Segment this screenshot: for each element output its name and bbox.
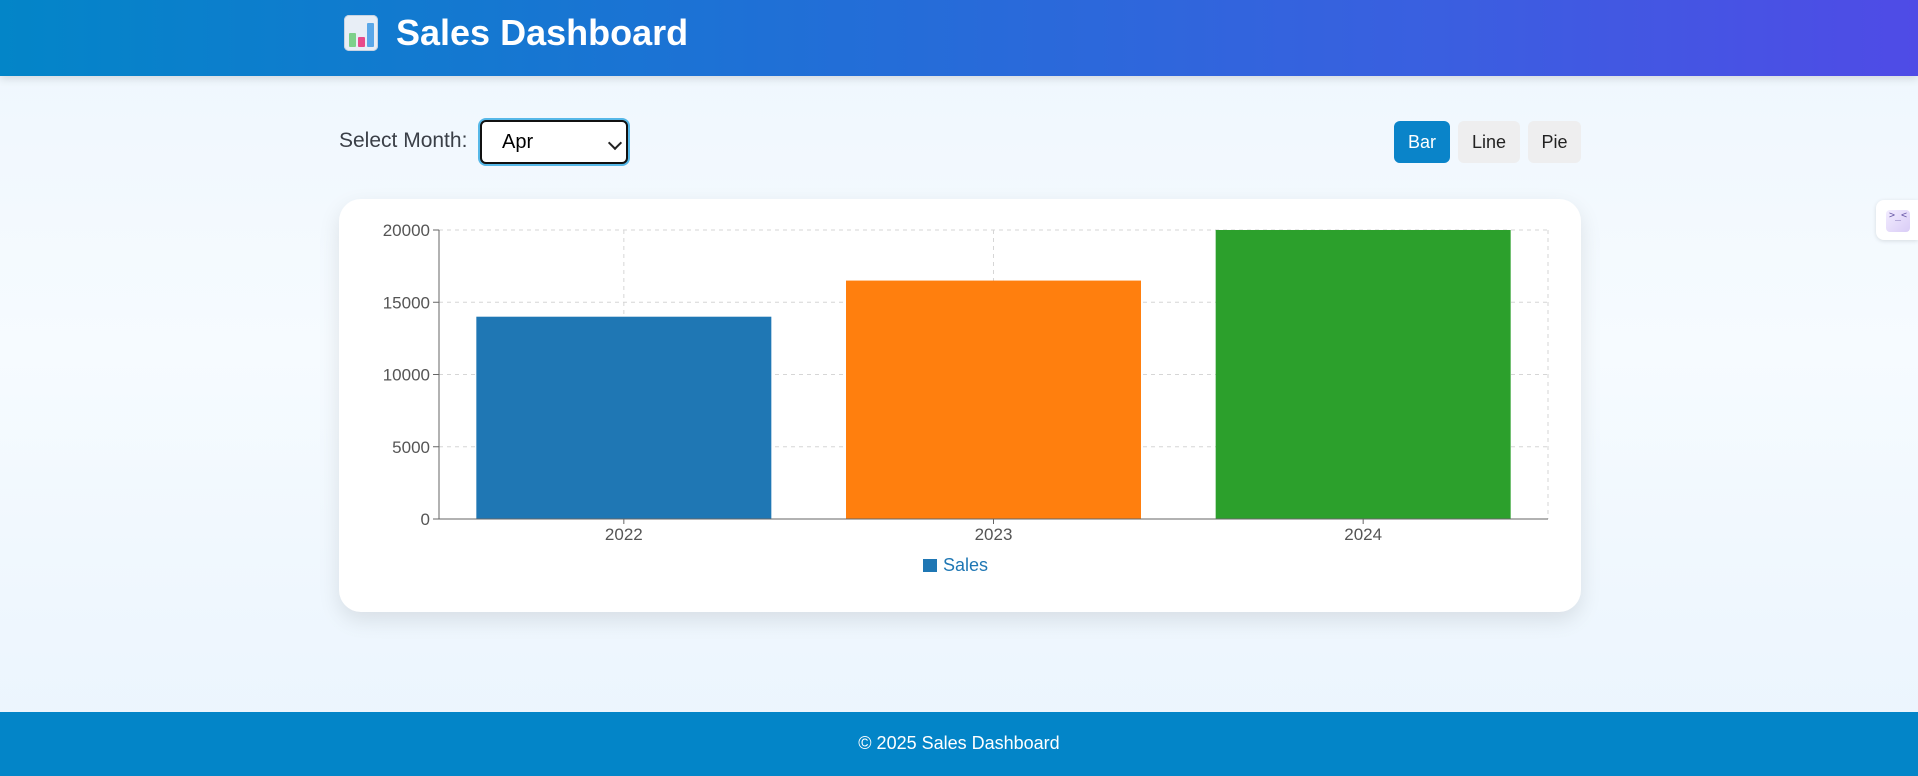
line-chart-button[interactable]: Line <box>1458 121 1520 163</box>
chevron-down-icon <box>607 135 623 151</box>
sales-chart: 0 5000 10000 15000 20000 2022 2023 2024 Sales <box>383 221 1549 575</box>
footer: © 2025 Sales Dashboard <box>0 712 1918 776</box>
side-tool-button[interactable]: >_< <box>1876 200 1918 240</box>
pie-chart-button[interactable]: Pie <box>1528 121 1581 163</box>
chart-card: 0 5000 10000 15000 20000 2022 2023 2024 Sales <box>339 199 1581 612</box>
y-tick-label: 15000 <box>383 293 430 312</box>
y-tick-label: 5000 <box>392 438 430 457</box>
y-tick-label: 0 <box>421 510 430 529</box>
app-header: Sales Dashboard <box>0 0 1918 76</box>
bar-2024[interactable] <box>1215 230 1511 519</box>
x-tick-label: 2024 <box>1344 525 1382 544</box>
x-tick-label: 2022 <box>605 525 643 544</box>
bar-chart-button[interactable]: Bar <box>1394 121 1450 163</box>
chart-legend[interactable]: Sales <box>923 555 988 575</box>
month-select-label: Select Month: <box>339 129 468 152</box>
devtools-icon: >_< <box>1886 210 1910 232</box>
month-select[interactable]: Apr <box>480 120 628 164</box>
month-select-value: Apr <box>502 131 534 153</box>
bar-chart-icon <box>344 15 378 51</box>
bar-2023[interactable] <box>846 280 1141 519</box>
y-tick-label: 10000 <box>383 366 430 385</box>
bar-2022[interactable] <box>476 316 772 519</box>
page-title: Sales Dashboard <box>396 12 689 53</box>
legend-swatch <box>923 559 937 572</box>
legend-label: Sales <box>943 555 988 575</box>
x-tick-label: 2023 <box>975 525 1013 544</box>
y-tick-label: 20000 <box>383 221 430 240</box>
